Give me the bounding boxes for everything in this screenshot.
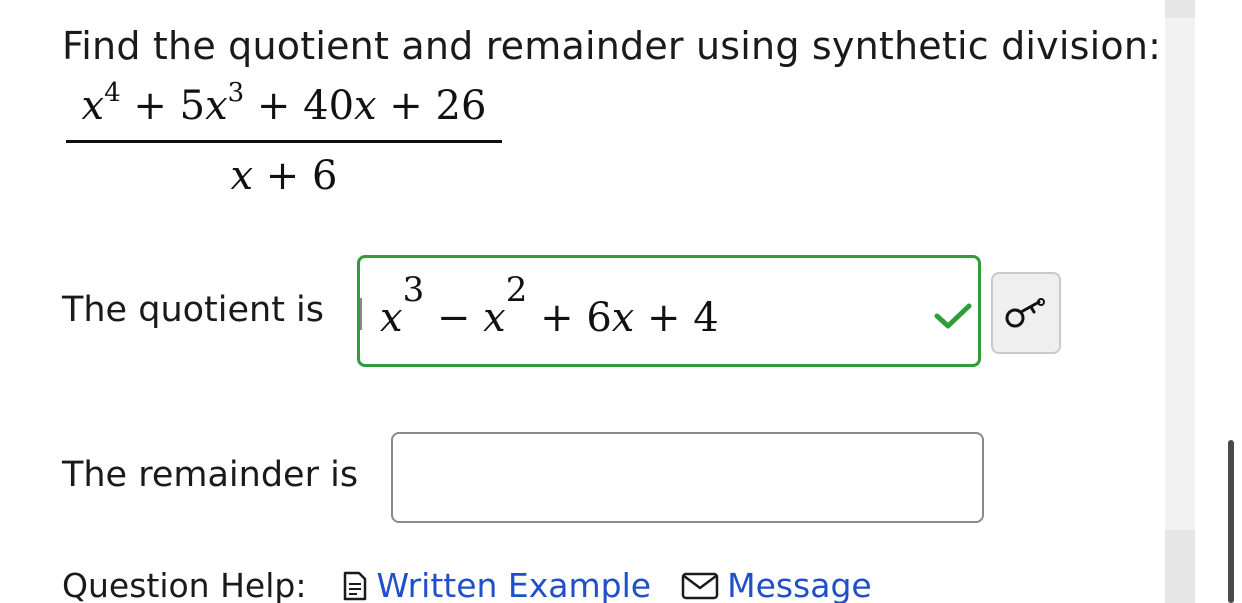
written-example-link[interactable]: Written Example <box>342 566 651 603</box>
answer-operator-3: + <box>634 295 694 341</box>
quotient-answer-value: x3 − x2 + 6x + 4 <box>380 273 719 358</box>
side-panel-gutter-highlight <box>1165 18 1195 530</box>
message-link[interactable]: Message <box>681 566 872 603</box>
answer-operator-2: + <box>527 295 587 341</box>
fraction-numerator: x4 + 5x3 + 40x + 26 <box>66 80 502 136</box>
view-answer-key-button[interactable] <box>991 272 1061 354</box>
field-left-edge <box>360 298 362 330</box>
numerator-exponent-1: 4 <box>104 78 121 108</box>
question-prompt: Find the quotient and remainder using sy… <box>62 24 1162 68</box>
question-help-bar: Question Help: Written Example Message <box>62 566 902 603</box>
answer-constant: 4 <box>693 295 719 341</box>
numerator-operator-2: + <box>244 83 304 129</box>
answer-operator-1: − <box>424 295 484 341</box>
document-icon <box>344 571 367 600</box>
numerator-exponent-2: 3 <box>227 78 245 108</box>
written-example-label: Written Example <box>376 566 652 603</box>
key-icon <box>1005 298 1045 328</box>
answer-term-3: x <box>611 295 635 341</box>
scrollbar-track[interactable] <box>1195 0 1242 603</box>
denominator-operator: + <box>253 153 313 199</box>
answer-exponent-1: 3 <box>402 270 425 310</box>
numerator-operator-1: + <box>120 83 180 129</box>
numerator-term-2: x <box>205 83 228 129</box>
numerator-coefficient-3: 40 <box>303 83 355 129</box>
remainder-label: The remainder is <box>62 455 359 495</box>
dividend-over-divisor-fraction: x4 + 5x3 + 40x + 26 x + 6 <box>66 80 502 199</box>
numerator-coefficient-2: 5 <box>179 83 206 129</box>
numerator-term-1: x <box>81 83 105 129</box>
answer-exponent-2: 2 <box>505 270 528 310</box>
denominator-term-1: x <box>230 153 254 199</box>
remainder-answer-field[interactable] <box>391 432 984 523</box>
numerator-constant: 26 <box>435 83 487 129</box>
fraction-denominator: x + 6 <box>66 153 502 199</box>
quotient-answer-field[interactable]: x3 − x2 + 6x + 4 <box>357 255 981 367</box>
scrollbar-thumb[interactable] <box>1228 440 1234 603</box>
mail-icon <box>681 572 719 599</box>
numerator-term-3: x <box>354 83 377 129</box>
denominator-constant: 6 <box>312 153 338 199</box>
answer-term-1: x <box>380 295 403 341</box>
side-panel-gutter <box>1165 0 1195 603</box>
question-help-label: Question Help: <box>62 566 307 603</box>
quotient-label: The quotient is <box>62 290 325 330</box>
correct-checkmark-icon <box>934 303 972 329</box>
answer-coefficient-3: 6 <box>586 295 612 341</box>
message-label: Message <box>727 566 872 603</box>
answer-term-2: x <box>483 295 506 341</box>
numerator-operator-3: + <box>376 83 436 129</box>
fraction-bar <box>66 140 502 143</box>
